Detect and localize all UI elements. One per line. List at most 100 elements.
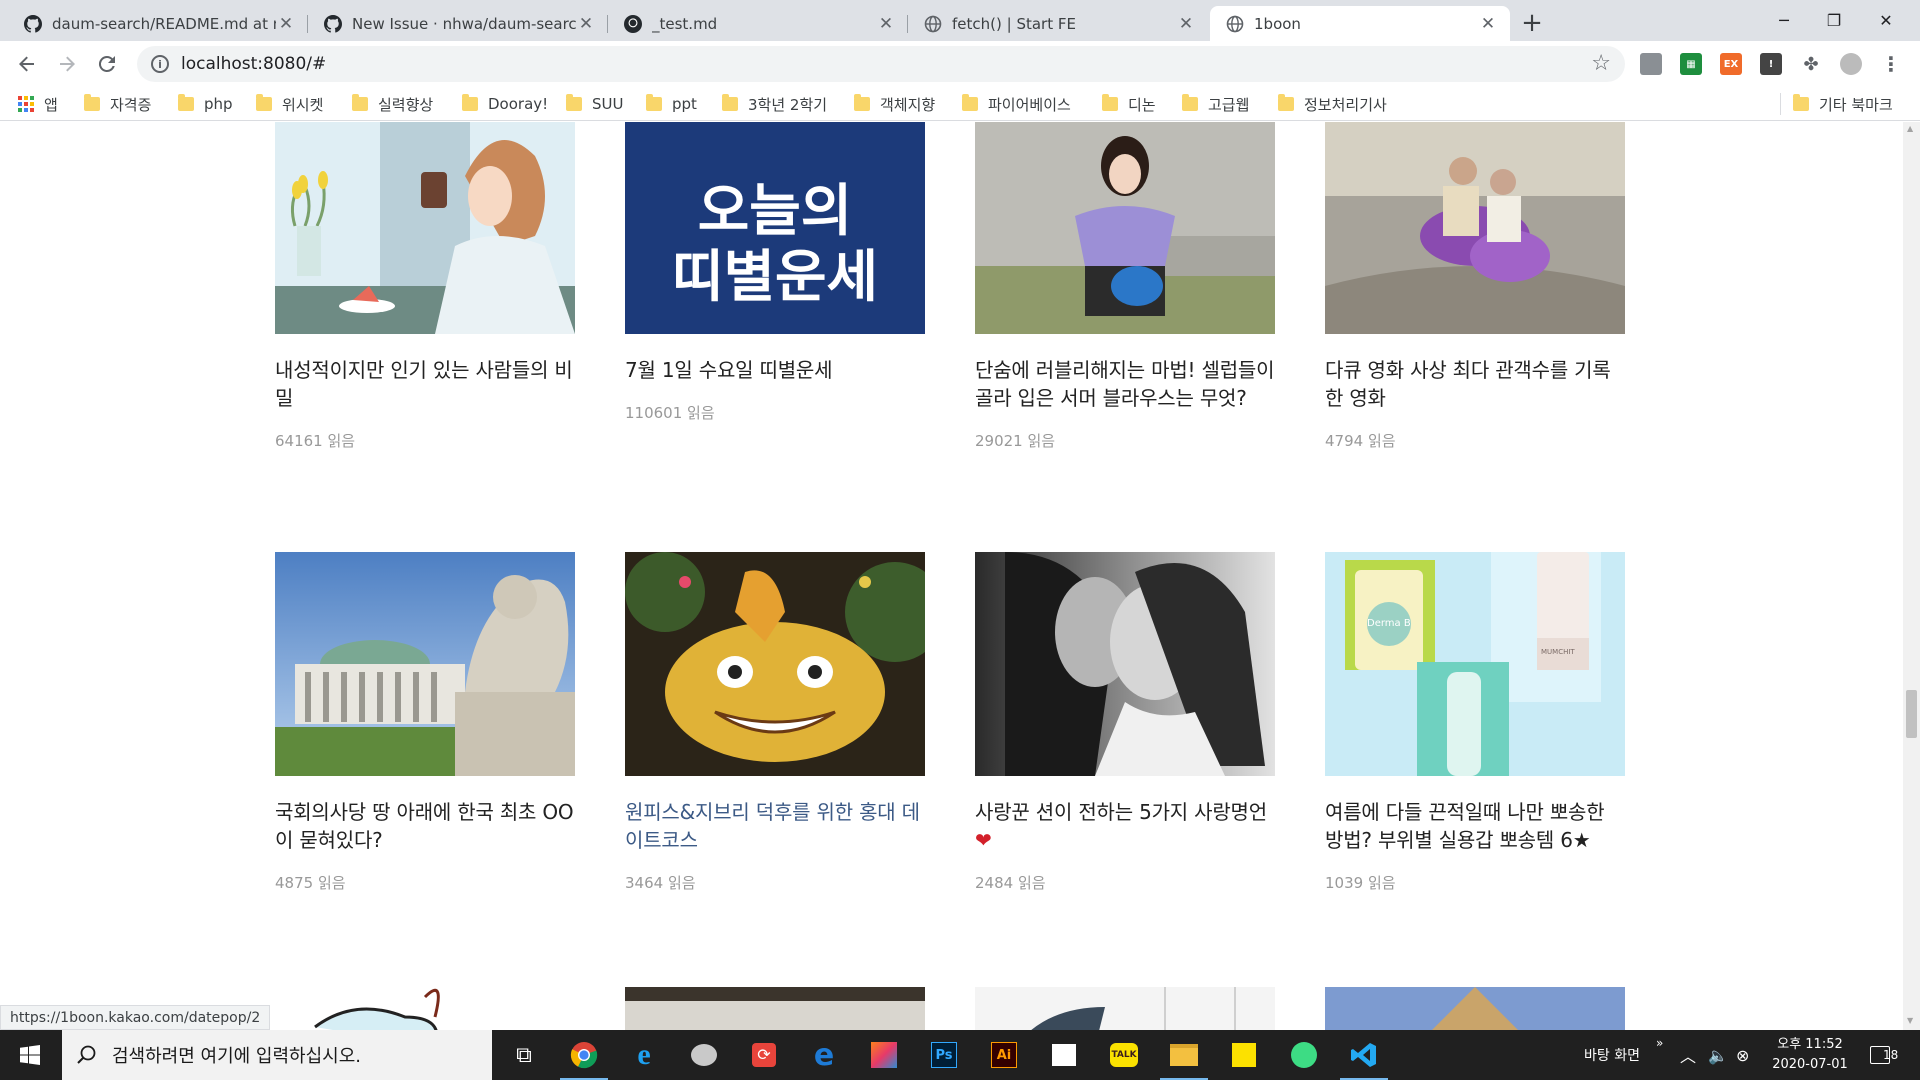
kakaotalk-icon[interactable]: TALK: [1094, 1030, 1154, 1080]
list-item[interactable]: 국회의사당 땅 아래에 한국 최초 OO이 묻혀있다? 4875 읽음: [275, 552, 575, 893]
tab-readme[interactable]: daum-search/README.md at m ✕: [8, 6, 308, 41]
address-text[interactable]: localhost:8080/#: [181, 54, 326, 74]
bookmark-folder[interactable]: 자격증: [84, 93, 151, 115]
volume-icon[interactable]: 🔈: [1708, 1030, 1728, 1080]
edge-icon[interactable]: e: [794, 1030, 854, 1080]
vscode-icon[interactable]: [1334, 1030, 1394, 1080]
new-tab-button[interactable]: +: [1518, 8, 1546, 38]
illustrator-icon[interactable]: Ai: [974, 1030, 1034, 1080]
notification-center[interactable]: 18: [1870, 1030, 1900, 1080]
thumbnail-image[interactable]: [275, 552, 575, 776]
menu-icon[interactable]: ⋮: [1880, 52, 1902, 76]
list-item[interactable]: 오늘의 띠별운세 7월 1일 수요일 띠별운세 110601 읽음: [625, 122, 925, 423]
list-item[interactable]: [1325, 987, 1625, 1030]
desktop-label[interactable]: 바탕 화면: [1584, 1030, 1640, 1080]
bookmark-folder[interactable]: Dooray!: [462, 93, 548, 115]
tab-test-md[interactable]: _test.md ✕: [608, 6, 908, 41]
bookmark-folder[interactable]: 3학년 2학기: [722, 93, 827, 115]
task-view-icon[interactable]: ⧉: [494, 1030, 554, 1080]
bookmark-folder[interactable]: 객체지향: [854, 93, 935, 115]
scroll-down-icon[interactable]: ▼: [1907, 1016, 1913, 1025]
bookmark-other[interactable]: 기타 북마크: [1780, 93, 1893, 115]
thumbnail-image[interactable]: [625, 552, 925, 776]
tab-1boon[interactable]: 1boon ✕: [1210, 6, 1510, 41]
thumbnail-image[interactable]: 오늘의 띠별운세: [625, 122, 925, 334]
info-extension-icon[interactable]: !: [1760, 53, 1782, 75]
bookmark-folder[interactable]: 파이어베이스: [962, 93, 1071, 115]
bookmark-apps[interactable]: 앱: [18, 93, 58, 115]
bookmark-folder[interactable]: 고급웹: [1182, 93, 1249, 115]
tab-fetch[interactable]: fetch() | Start FE ✕: [908, 6, 1208, 41]
list-item[interactable]: 내성적이지만 인기 있는 사람들의 비밀 64161 읽음: [275, 122, 575, 451]
photoshop-icon[interactable]: Ps: [914, 1030, 974, 1080]
profile-avatar[interactable]: [1840, 53, 1862, 75]
paint-icon[interactable]: [674, 1030, 734, 1080]
thumbnail-image[interactable]: [975, 987, 1275, 1030]
list-item[interactable]: [975, 987, 1275, 1030]
ie-icon[interactable]: e: [614, 1030, 674, 1080]
forward-button[interactable]: [52, 49, 82, 79]
taskbar-search[interactable]: 검색하려면 여기에 입력하십시오.: [62, 1030, 492, 1080]
card-title[interactable]: 다큐 영화 사상 최다 관객수를 기록한 영화: [1325, 356, 1625, 412]
card-title[interactable]: 7월 1일 수요일 띠별운세: [625, 356, 925, 384]
close-icon[interactable]: ✕: [276, 14, 296, 34]
file-explorer-icon[interactable]: [1154, 1030, 1214, 1080]
thumbnail-image[interactable]: [625, 987, 925, 1030]
sheets-icon[interactable]: ▦: [1680, 53, 1702, 75]
thumbnail-image[interactable]: [275, 987, 575, 1030]
close-icon[interactable]: ✕: [876, 14, 896, 34]
back-button[interactable]: [12, 49, 42, 79]
list-item[interactable]: 사랑꾼 션이 전하는 5가지 사랑명언 ❤ 2484 읽음: [975, 552, 1275, 893]
bookmark-folder[interactable]: 실력향상: [352, 93, 433, 115]
network-off-icon[interactable]: ⊗: [1736, 1030, 1749, 1080]
list-item[interactable]: 원피스&지브리 덕후를 위한 홍대 데이트코스 3464 읽음: [625, 552, 925, 893]
system-clock[interactable]: 오후 11:52 2020-07-01: [1762, 1035, 1858, 1075]
star-icon[interactable]: ☆: [1591, 51, 1611, 76]
info-icon[interactable]: i: [151, 55, 169, 73]
list-item[interactable]: Derma B MUMCHIT 여름에 다들 끈적일때 나만 뽀송한 방법? 부…: [1325, 552, 1625, 893]
intellij-icon[interactable]: [854, 1030, 914, 1080]
bookmark-folder[interactable]: ppt: [646, 93, 697, 115]
scroll-up-icon[interactable]: ▲: [1907, 124, 1913, 133]
chrome-icon[interactable]: [554, 1030, 614, 1080]
bookmark-folder[interactable]: SUU: [566, 93, 623, 115]
puzzle-icon[interactable]: ✤: [1800, 53, 1822, 75]
thumbnail-image[interactable]: [1325, 122, 1625, 334]
card-title[interactable]: 내성적이지만 인기 있는 사람들의 비밀: [275, 356, 575, 412]
card-title[interactable]: 국회의사당 땅 아래에 한국 최초 OO이 묻혀있다?: [275, 798, 575, 854]
card-title[interactable]: 사랑꾼 션이 전하는 5가지 사랑명언 ❤: [975, 798, 1275, 854]
bookmark-folder[interactable]: 정보처리기사: [1278, 93, 1387, 115]
thumbnail-image[interactable]: Derma B MUMCHIT: [1325, 552, 1625, 776]
bookmark-folder[interactable]: 위시켓: [256, 93, 323, 115]
chevron-double-right-icon[interactable]: »: [1656, 1018, 1663, 1068]
card-title[interactable]: 단숨에 러블리해지는 마법! 셀럽들이 골라 입은 서머 블라우스는 무엇?: [975, 356, 1275, 412]
close-icon[interactable]: ✕: [576, 14, 596, 34]
card-title[interactable]: 원피스&지브리 덕후를 위한 홍대 데이트코스: [625, 798, 925, 854]
list-item[interactable]: 다큐 영화 사상 최다 관객수를 기록한 영화 4794 읽음: [1325, 122, 1625, 451]
bookmark-folder[interactable]: php: [178, 93, 233, 115]
start-button[interactable]: [0, 1030, 60, 1080]
store-icon[interactable]: [1034, 1030, 1094, 1080]
scroll-thumb[interactable]: [1906, 690, 1917, 738]
sticky-notes-icon[interactable]: [1214, 1030, 1274, 1080]
close-icon[interactable]: ✕: [1478, 14, 1498, 34]
extension-1-icon[interactable]: [1640, 53, 1662, 75]
sync-icon[interactable]: ⟳: [734, 1030, 794, 1080]
android-studio-icon[interactable]: [1274, 1030, 1334, 1080]
list-item[interactable]: 단숨에 러블리해지는 마법! 셀럽들이 골라 입은 서머 블라우스는 무엇? 2…: [975, 122, 1275, 451]
thumbnail-image[interactable]: [975, 122, 1275, 334]
close-icon[interactable]: ✕: [1176, 14, 1196, 34]
thumbnail-image[interactable]: [975, 552, 1275, 776]
chevron-up-icon[interactable]: ︿: [1680, 1030, 1696, 1080]
close-window-button[interactable]: ✕: [1852, 0, 1920, 41]
thumbnail-image[interactable]: [1325, 987, 1625, 1030]
page-scrollbar[interactable]: ▲ ▼: [1903, 122, 1920, 1030]
address-bar[interactable]: i localhost:8080/# ☆: [137, 46, 1625, 82]
reload-button[interactable]: [92, 49, 122, 79]
list-item[interactable]: [625, 987, 925, 1030]
thumbnail-image[interactable]: [275, 122, 575, 334]
card-title[interactable]: 여름에 다들 끈적일때 나만 뽀송한 방법? 부위별 실용갑 뽀송템 6★: [1325, 798, 1625, 854]
tab-new-issue[interactable]: New Issue · nhwa/daum-search ✕: [308, 6, 608, 41]
ex-extension-icon[interactable]: EX: [1720, 53, 1742, 75]
bookmark-folder[interactable]: 디논: [1102, 93, 1156, 115]
